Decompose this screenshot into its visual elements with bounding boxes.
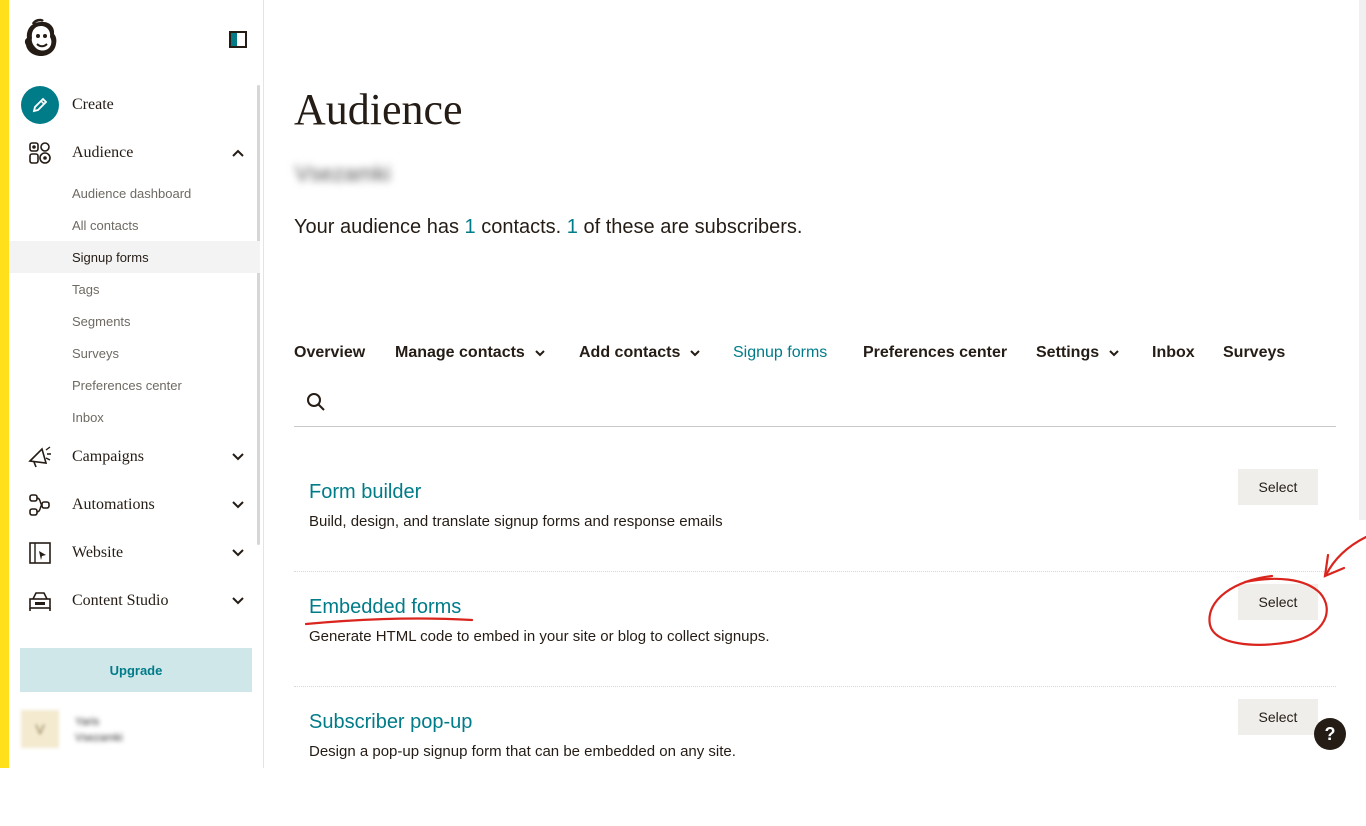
brand-yellow-bar (0, 0, 9, 768)
pencil-icon (21, 86, 59, 124)
tab-surveys[interactable]: Surveys (1223, 344, 1285, 362)
sidebar: Create Audience Audience dashboard All c… (9, 0, 264, 768)
option-divider (294, 686, 1336, 687)
sidebar-item-content-studio[interactable]: Content Studio (9, 581, 263, 621)
chevron-down-icon[interactable] (231, 498, 245, 512)
sidebar-subitem-label: All contacts (72, 217, 139, 233)
sidebar-item-audience[interactable]: Audience (9, 133, 263, 173)
select-button[interactable]: Select (1238, 699, 1318, 735)
sidebar-subitem-audience-dashboard[interactable]: Audience dashboard (9, 177, 260, 209)
audience-summary: Your audience has 1 contacts. 1 of these… (294, 216, 802, 239)
audience-icon (29, 142, 51, 164)
option-embedded-forms: Embedded forms Generate HTML code to emb… (294, 584, 1336, 711)
option-form-builder: Form builder Build, design, and translat… (294, 469, 1336, 596)
sidebar-subitem-surveys[interactable]: Surveys (9, 337, 260, 369)
sidebar-subitem-preferences-center[interactable]: Preferences center (9, 369, 260, 401)
tab-label: Add contacts (579, 344, 681, 361)
sidebar-item-create[interactable]: Create (9, 85, 263, 125)
tab-label: Overview (294, 344, 366, 361)
summary-text: Your audience has (294, 216, 465, 238)
option-title[interactable]: Form builder (309, 481, 421, 504)
flow-icon (29, 494, 50, 516)
summary-text: of these are subscribers. (577, 216, 803, 238)
tab-preferences-center[interactable]: Preferences center (863, 344, 1007, 362)
tab-settings[interactable]: Settings (1036, 344, 1119, 362)
tab-label: Signup forms (733, 344, 828, 361)
sidebar-subitem-label: Preferences center (72, 377, 182, 393)
audience-name: Vsezamki (295, 161, 391, 186)
upgrade-button[interactable]: Upgrade (20, 648, 252, 692)
tab-label: Inbox (1152, 344, 1195, 361)
chevron-down-icon (1109, 350, 1119, 357)
select-button[interactable]: Select (1238, 584, 1318, 620)
website-icon (29, 542, 51, 564)
sidebar-subitem-label: Inbox (72, 409, 104, 425)
option-subscriber-popup: Subscriber pop-up Design a pop-up signup… (294, 699, 1336, 826)
account-name: Yaris (75, 716, 100, 728)
option-title[interactable]: Embedded forms (309, 596, 461, 619)
sidebar-item-label: Automations (72, 496, 155, 513)
sidebar-item-label: Campaigns (72, 448, 144, 465)
option-description: Build, design, and translate signup form… (309, 513, 723, 530)
sidebar-item-automations[interactable]: Automations (9, 485, 263, 525)
avatar: V (21, 710, 59, 748)
sidebar-subitem-inbox[interactable]: Inbox (9, 401, 260, 433)
collapse-sidebar-icon[interactable] (229, 31, 247, 48)
chevron-down-icon (535, 350, 545, 357)
contacts-count: 1 (464, 216, 476, 238)
option-title[interactable]: Subscriber pop-up (309, 711, 472, 734)
tab-overview[interactable]: Overview (294, 344, 365, 362)
chevron-down-icon (690, 350, 701, 357)
page-title: Audience (294, 85, 463, 134)
sidebar-subitem-label: Segments (72, 313, 131, 329)
sidebar-item-label: Create (72, 96, 114, 113)
account-menu[interactable]: V Yaris Vsezamki (21, 710, 261, 750)
sidebar-item-label: Audience (72, 144, 134, 161)
tab-manage-contacts[interactable]: Manage contacts (395, 344, 545, 362)
sidebar-item-label: Website (72, 544, 124, 561)
tab-signup-forms[interactable]: Signup forms (733, 344, 827, 362)
select-button[interactable]: Select (1238, 469, 1318, 505)
tab-label: Preferences center (863, 344, 1008, 361)
sidebar-subitem-tags[interactable]: Tags (9, 273, 260, 305)
page-scrollbar[interactable] (1359, 0, 1366, 520)
chevron-down-icon[interactable] (231, 594, 245, 608)
tab-label: Manage contacts (395, 344, 525, 361)
chevron-up-icon[interactable] (231, 146, 245, 160)
sidebar-item-campaigns[interactable]: Campaigns (9, 437, 263, 477)
summary-text: contacts. (475, 216, 567, 238)
sidebar-item-website[interactable]: Website (9, 533, 263, 573)
option-description: Design a pop-up signup form that can be … (309, 743, 736, 760)
sidebar-subitem-label: Surveys (72, 345, 119, 361)
sidebar-subitem-signup-forms[interactable]: Signup forms (9, 241, 260, 273)
option-description: Generate HTML code to embed in your site… (309, 628, 770, 645)
sidebar-subitem-label: Tags (72, 281, 100, 297)
tab-inbox[interactable]: Inbox (1152, 344, 1195, 362)
subscribers-count: 1 (566, 216, 578, 238)
megaphone-icon (28, 446, 51, 468)
tab-label: Settings (1036, 344, 1100, 361)
tab-add-contacts[interactable]: Add contacts (579, 344, 701, 362)
sidebar-subitem-all-contacts[interactable]: All contacts (9, 209, 260, 241)
account-org: Vsezamki (75, 732, 123, 744)
chevron-down-icon[interactable] (231, 546, 245, 560)
sidebar-item-label: Content Studio (72, 592, 169, 609)
mailchimp-logo-icon[interactable] (21, 18, 61, 60)
chevron-down-icon[interactable] (231, 450, 245, 464)
option-divider (294, 571, 1336, 572)
search-icon[interactable] (306, 392, 326, 412)
help-button[interactable]: ? (1314, 718, 1346, 750)
sidebar-subitem-label: Signup forms (72, 249, 149, 265)
sidebar-subitem-segments[interactable]: Segments (9, 305, 260, 337)
sidebar-subitem-label: Audience dashboard (72, 185, 192, 201)
main-content: Audience Vsezamki Your audience has 1 co… (264, 0, 1366, 768)
content-studio-icon (29, 592, 51, 611)
tabs-divider (294, 426, 1336, 427)
tab-label: Surveys (1223, 344, 1286, 361)
